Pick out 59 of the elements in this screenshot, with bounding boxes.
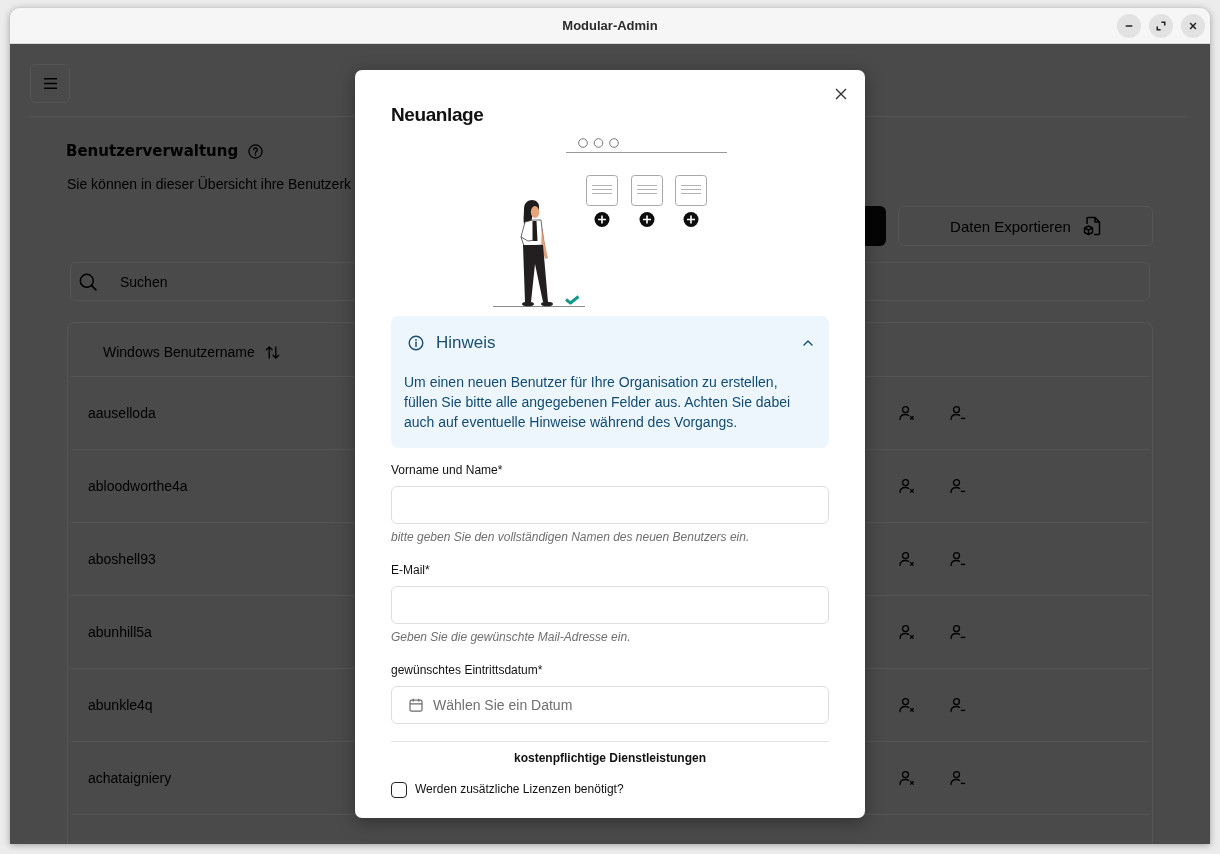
plus-circle-icon (639, 212, 655, 227)
field-label: gewünschtes Eintrittsdatum* (391, 662, 543, 678)
checkbox-label[interactable]: Werden zusätzliche Lizenzen benötigt? (415, 781, 624, 798)
form-card-icon (675, 175, 707, 206)
info-icon (408, 335, 424, 351)
text-input[interactable] (391, 586, 829, 624)
user-minus-icon[interactable] (950, 478, 966, 494)
sort-icon[interactable] (264, 344, 280, 360)
date-field[interactable]: Wählen Sie ein Datum (391, 686, 829, 724)
close-icon (1188, 20, 1198, 31)
section-title: kostenpflichtige Dienstleistungen (514, 750, 706, 766)
page-title: Benutzerverwaltung (66, 141, 239, 162)
user-minus-icon[interactable] (950, 697, 966, 713)
form-card-icon (631, 175, 663, 206)
user-x-icon[interactable] (899, 697, 915, 713)
window-title: Modular-Admin (562, 18, 658, 33)
form-card-icon (586, 175, 618, 206)
dialog-title: Neuanlage (391, 103, 484, 127)
user-x-icon[interactable] (899, 624, 915, 640)
user-minus-icon[interactable] (950, 770, 966, 786)
plus-circle-icon (594, 212, 610, 227)
user-minus-icon[interactable] (950, 551, 966, 567)
help-text: bitte geben Sie den vollständigen Namen des neuen Benutzers ein. (391, 529, 750, 545)
text-input[interactable] (391, 486, 829, 524)
column-header[interactable]: Windows Benutzername (103, 344, 255, 360)
maximize-icon (1156, 20, 1166, 31)
username-cell: abloodworthe4a (88, 478, 188, 494)
export-button[interactable]: Daten Exportieren (898, 206, 1153, 246)
user-x-icon[interactable] (899, 551, 915, 567)
user-minus-icon[interactable] (950, 624, 966, 640)
username-cell: aauselloda (88, 405, 156, 421)
help-text: Geben Sie die gewünschte Mail-Adresse ein. (391, 629, 631, 645)
help-icon[interactable] (248, 143, 264, 159)
file-box-icon (1082, 216, 1101, 236)
chevron-icon[interactable] (803, 340, 813, 346)
user-x-icon[interactable] (899, 478, 915, 494)
maximize-button[interactable] (1149, 13, 1173, 38)
menu-button[interactable] (30, 64, 70, 103)
page-description: Sie können in dieser Übersicht ihre Benutzerk (67, 175, 352, 194)
user-minus-icon[interactable] (950, 405, 966, 421)
notice-title: Hinweis (436, 333, 496, 353)
field-label: E-Mail* (391, 562, 430, 578)
username-cell: abunhill5a (88, 624, 152, 640)
calendar-icon (409, 698, 423, 712)
close-window-button[interactable] (1181, 13, 1205, 38)
close-icon[interactable] (835, 88, 847, 100)
notice-text: Um einen neuen Benutzer für Ihre Organisation zu erstellen, füllen Sie bitte alle angegebenen Felder aus. Achten Sie dabei auch auf eventuelle Hinweise während des Vorgangs. (403, 373, 792, 432)
username-cell: abunkle4q (88, 697, 153, 713)
field-label: Vorname und Name* (391, 462, 503, 478)
plus-circle-icon (683, 212, 699, 227)
minimize-button[interactable] (1117, 13, 1141, 38)
username-cell: achataigniery (88, 770, 172, 786)
check-icon (565, 295, 580, 305)
username-cell: aboshell93 (88, 551, 156, 567)
user-x-icon[interactable] (899, 405, 915, 421)
checkbox[interactable] (391, 781, 407, 798)
user-x-icon[interactable] (899, 770, 915, 786)
search-icon (79, 272, 97, 291)
menu-icon (42, 77, 58, 90)
